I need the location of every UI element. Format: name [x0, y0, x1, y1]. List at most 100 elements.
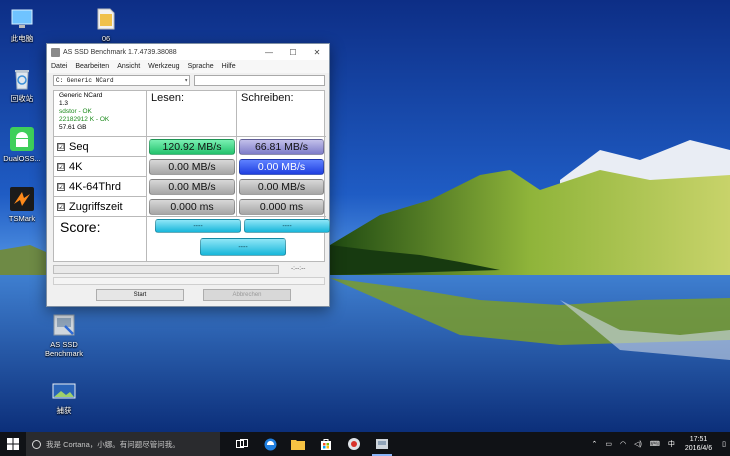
start-button-windows[interactable]	[0, 432, 26, 456]
recycle-bin-icon	[9, 66, 35, 92]
menu-werkzeug[interactable]: Werkzeug	[148, 63, 179, 70]
maximize-button[interactable]: ☐	[281, 44, 305, 60]
menu-sprache[interactable]: Sprache	[188, 63, 214, 70]
4k64-write-value: 0.00 MB/s	[239, 179, 324, 195]
drive-select-value: C: Generic NCard	[56, 77, 114, 84]
score-label: Score:	[54, 217, 147, 261]
menu-hilfe[interactable]: Hilfe	[222, 63, 236, 70]
maximize-icon: ☐	[289, 47, 297, 57]
4k-write-value: 0.00 MB/s	[239, 159, 324, 175]
file-explorer-button[interactable]	[284, 432, 312, 456]
desktop-icon-tsmark[interactable]: TSMark	[0, 186, 44, 223]
4k64-read-value: 0.00 MB/s	[149, 179, 235, 195]
drive-text-field[interactable]	[194, 75, 325, 86]
folder-icon	[93, 6, 119, 32]
score-read-value: ----	[155, 219, 241, 233]
keyboard-icon[interactable]: ⌨	[650, 440, 660, 448]
progress-bar	[53, 265, 279, 274]
notifications-icon[interactable]: ▯	[722, 440, 726, 448]
as-ssd-icon	[51, 312, 77, 338]
desktop-icon-as-ssd[interactable]: AS SSD Benchmark	[42, 312, 86, 358]
desktop-icon-label: 回收站	[10, 94, 34, 103]
start-button[interactable]: Start	[96, 289, 184, 301]
task-view-button[interactable]	[228, 432, 256, 456]
monitor-icon	[9, 6, 35, 32]
drive-name: Generic NCard	[59, 92, 103, 99]
cortana-placeholder: 我是 Cortana，小娜。有问题尽管问我。	[46, 439, 180, 449]
row-label-seq[interactable]: ☑ Seq	[54, 137, 147, 157]
desktop-icon-recycle-bin[interactable]: 回收站	[0, 66, 44, 103]
desktop-icon-folder-06[interactable]: 06	[84, 6, 128, 43]
menu-ansicht[interactable]: Ansicht	[117, 63, 140, 70]
tsmark-icon	[9, 186, 35, 212]
desktop-icon-label: TSMark	[8, 214, 36, 223]
android-icon	[9, 126, 35, 152]
close-button[interactable]: ✕	[305, 44, 329, 60]
image-file-icon	[51, 378, 77, 404]
access-time-checkbox[interactable]: ☑	[57, 202, 65, 211]
alignment-status: 22182912 K - OK	[59, 116, 110, 123]
store-button[interactable]	[312, 432, 340, 456]
chevron-down-icon: ▾	[184, 77, 188, 84]
cortana-search-box[interactable]: 我是 Cortana，小娜。有问题尽管问我。	[26, 432, 220, 456]
network-icon[interactable]: ◠	[620, 440, 626, 448]
write-header: Schreiben:	[237, 91, 326, 137]
as-ssd-window: AS SSD Benchmark 1.7.4739.38088 — ☐ ✕ Da…	[46, 43, 330, 307]
results-grid: Generic NCard 1.3 sdstor - OK 22182912 K…	[53, 90, 330, 262]
driver-status: sdstor - OK	[59, 108, 92, 115]
seq-write-value: 66.81 MB/s	[239, 139, 324, 155]
drive-info-panel: Generic NCard 1.3 sdstor - OK 22182912 K…	[54, 91, 147, 137]
clock-date: 2016/4/6	[684, 445, 713, 452]
drive-select[interactable]: C: Generic NCard ▾	[53, 75, 190, 86]
desktop-icon-label: 06	[101, 34, 111, 43]
menu-bearbeiten[interactable]: Bearbeiten	[75, 63, 109, 70]
row-label-access-time[interactable]: ☑ Zugriffszeit	[54, 197, 147, 217]
show-hidden-icons-chevron-icon[interactable]: ⌃	[591, 440, 597, 448]
desktop-icon-label: DualOSS...	[3, 154, 41, 163]
desktop-icon-dualoss[interactable]: DualOSS...	[0, 126, 44, 163]
menu-datei[interactable]: Datei	[51, 63, 67, 70]
row-label-4k64[interactable]: ☑ 4K-64Thrd	[54, 177, 147, 197]
pinned-app-button[interactable]	[340, 432, 368, 456]
desktop-icon-capture[interactable]: 捕获	[42, 378, 86, 415]
row-label-4k[interactable]: ☑ 4K	[54, 157, 147, 177]
battery-icon[interactable]: ▭	[605, 440, 612, 448]
drive-size: 57.61 GB	[59, 124, 87, 131]
input-language-indicator[interactable]: 中	[668, 439, 675, 449]
volume-icon[interactable]: ◁)	[634, 440, 642, 448]
close-icon: ✕	[313, 47, 321, 57]
as-ssd-icon	[376, 439, 388, 449]
edge-icon	[264, 438, 276, 450]
abort-button[interactable]: Abbrechen	[203, 289, 291, 301]
access-time-read-value: 0.000 ms	[149, 199, 235, 215]
desktop-icon-label: 捕获	[56, 406, 72, 415]
desktop-icon-label: AS SSD Benchmark	[45, 340, 83, 358]
read-header: Lesen:	[147, 91, 237, 137]
clock[interactable]: 17:51 2016/4/6	[685, 435, 712, 453]
elapsed-timer: -:--:--	[291, 265, 306, 272]
desktop-icon-this-pc[interactable]: 此电脑	[0, 6, 44, 43]
desktop-icon-label: 此电脑	[10, 34, 34, 43]
seq-label: Seq	[69, 140, 89, 153]
camera-app-icon	[348, 438, 360, 450]
minimize-icon: —	[265, 47, 273, 57]
window-titlebar[interactable]: AS SSD Benchmark 1.7.4739.38088 — ☐ ✕	[47, 44, 329, 60]
seq-read-value: 120.92 MB/s	[149, 139, 235, 155]
app-icon	[51, 47, 60, 57]
edge-browser-button[interactable]	[256, 432, 284, 456]
secondary-progress-bar	[53, 277, 325, 285]
drive-bar: C: Generic NCard ▾	[47, 73, 329, 89]
menu-bar: Datei Bearbeiten Ansicht Werkzeug Sprach…	[47, 60, 329, 73]
taskbar: 我是 Cortana，小娜。有问题尽管问我。 ⌃ ▭ ◠ ◁) ⌨ 中 17:5…	[0, 432, 730, 456]
4k-checkbox[interactable]: ☑	[57, 162, 65, 171]
store-bag-icon	[321, 439, 331, 450]
seq-checkbox[interactable]: ☑	[57, 142, 65, 151]
4k64-checkbox[interactable]: ☑	[57, 182, 65, 191]
cortana-icon	[32, 439, 41, 449]
access-time-label: Zugriffszeit	[69, 200, 123, 213]
minimize-button[interactable]: —	[257, 44, 281, 60]
4k-read-value: 0.00 MB/s	[149, 159, 235, 175]
score-write-value: ----	[244, 219, 330, 233]
as-ssd-taskbar-button[interactable]	[368, 432, 396, 456]
4k64-label: 4K-64Thrd	[69, 180, 121, 193]
